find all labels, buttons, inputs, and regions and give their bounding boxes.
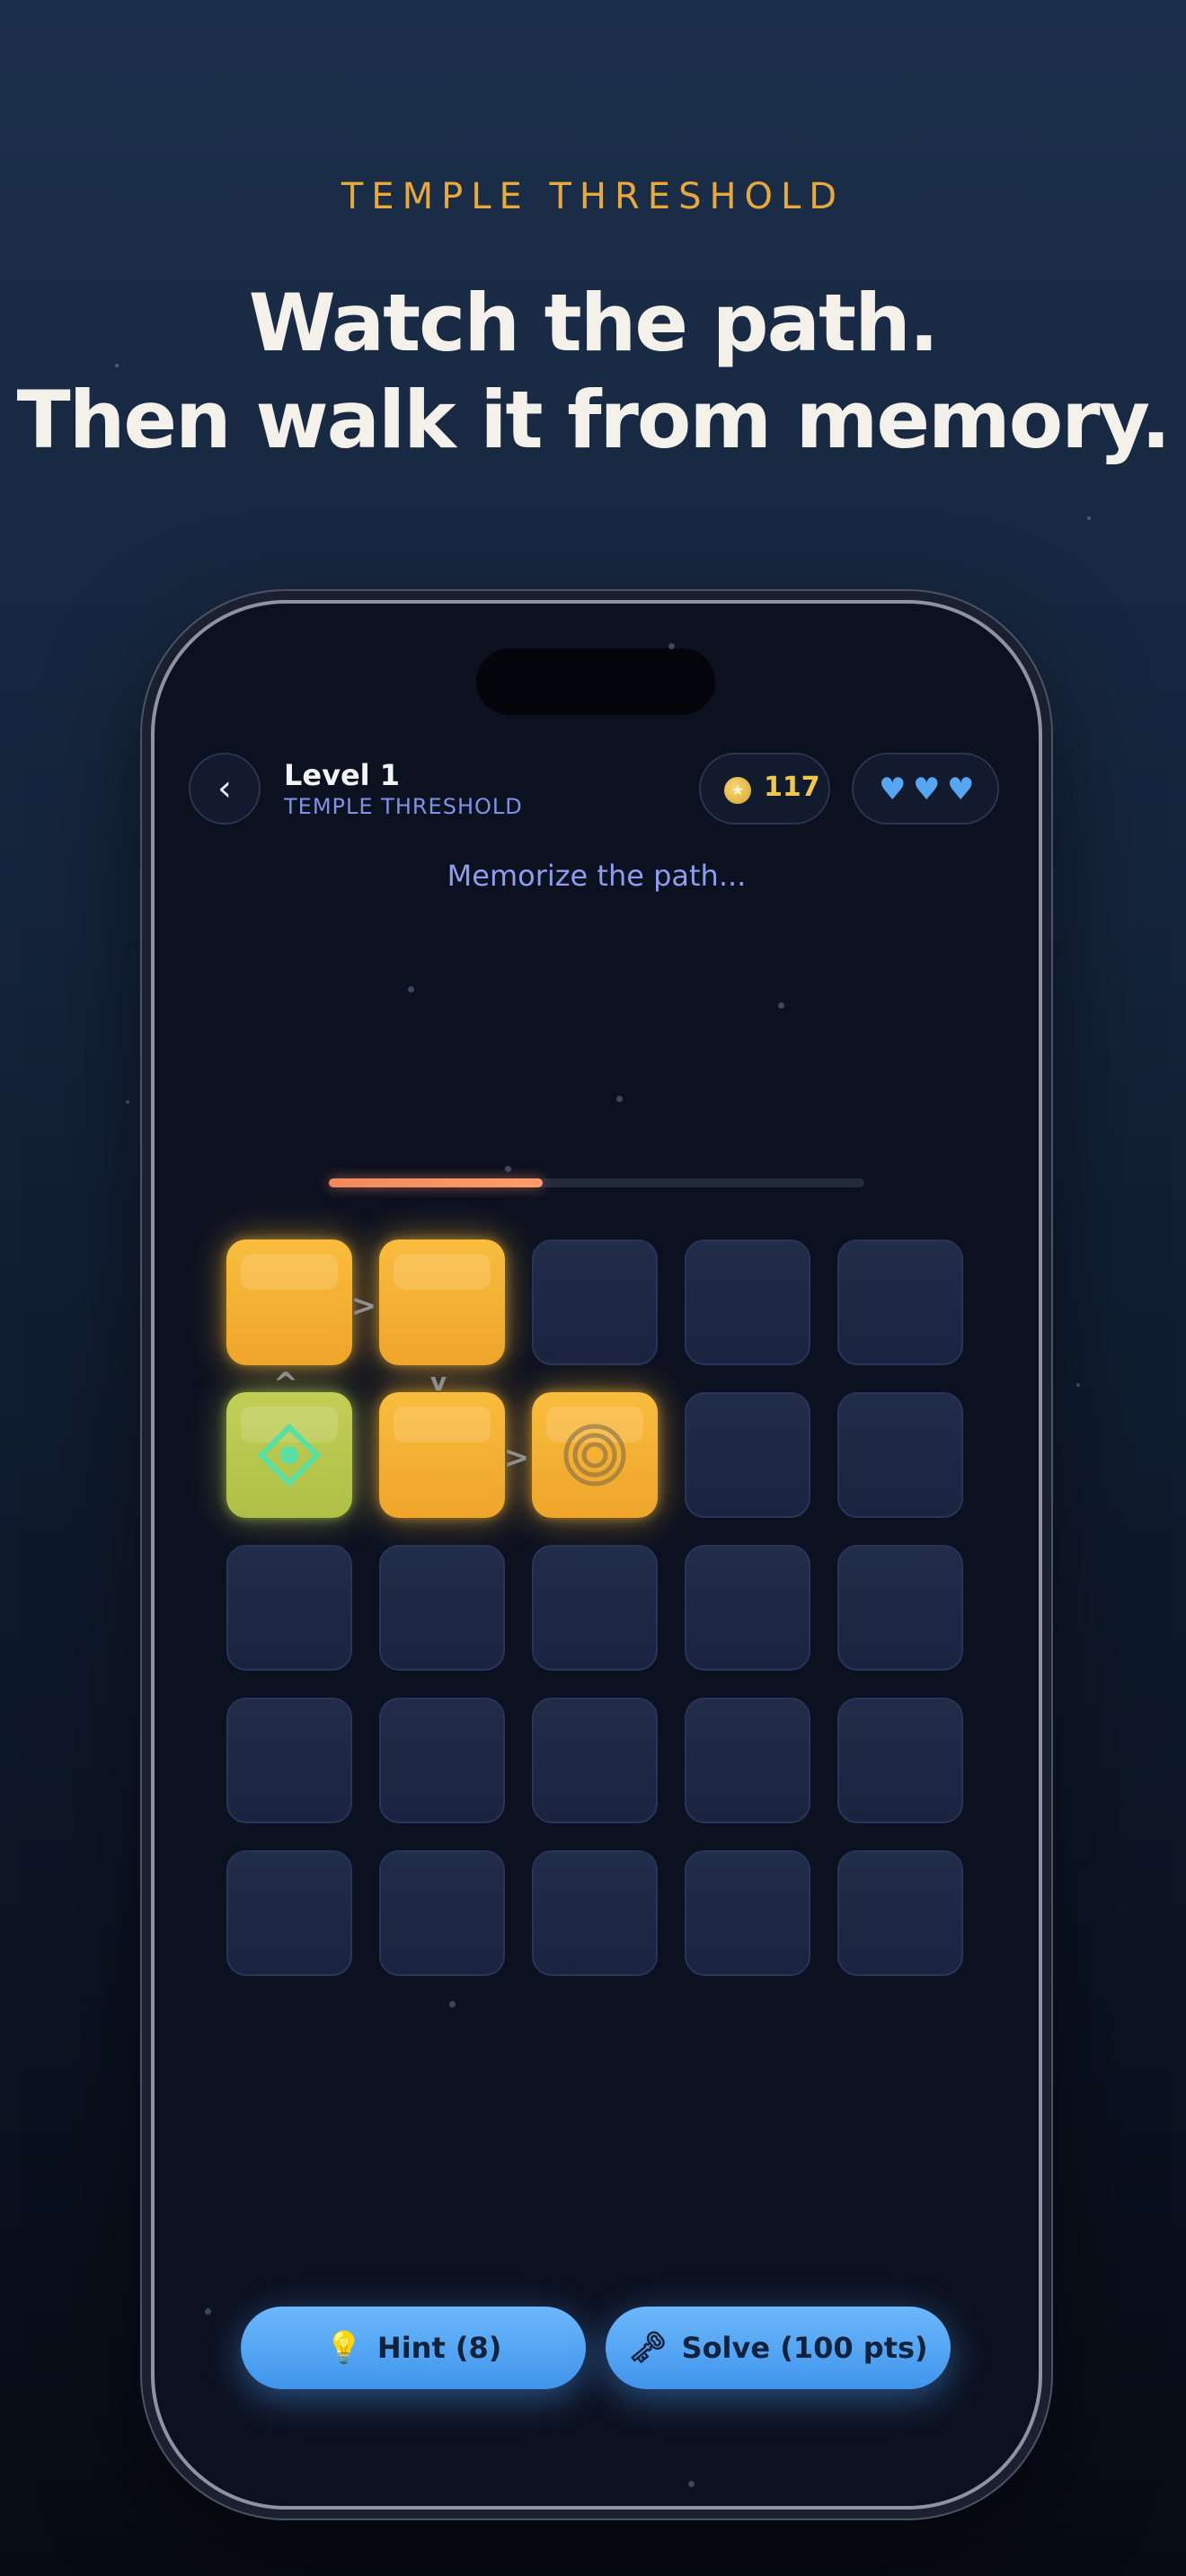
- grid-tile-r2-c3[interactable]: [532, 1392, 658, 1518]
- grid-tile-r3-c4[interactable]: [685, 1545, 810, 1671]
- grid-tile-r1-c4[interactable]: [685, 1239, 810, 1365]
- status-text: Memorize the path...: [447, 859, 747, 893]
- dynamic-island: [476, 648, 715, 715]
- background-star: [126, 1100, 129, 1104]
- grid-tile-r4-c2[interactable]: [379, 1698, 505, 1823]
- phone-frame: ‹ Level 1 TEMPLE THRESHOLD ★ 117 ♥ ♥ ♥ M…: [151, 600, 1042, 2510]
- grid-tile-r2-c1[interactable]: [226, 1392, 352, 1518]
- level-title: Level 1: [284, 758, 401, 792]
- grid-tile-r2-c2[interactable]: [379, 1392, 505, 1518]
- coin-count: 117: [764, 772, 820, 803]
- lives-indicator: ♥ ♥ ♥: [852, 753, 999, 825]
- path-arrow-right: >: [350, 1288, 377, 1324]
- lightbulb-icon: 💡: [324, 2330, 363, 2366]
- background-star: [1076, 1383, 1080, 1387]
- level-subtitle: TEMPLE THRESHOLD: [284, 794, 523, 819]
- grid-tile-r5-c1[interactable]: [226, 1850, 352, 1976]
- grid-tile-r5-c4[interactable]: [685, 1850, 810, 1976]
- headline-line-2: Then walk it from memory.: [16, 374, 1172, 466]
- grid-tile-r3-c2[interactable]: [379, 1545, 505, 1671]
- phone-star: [205, 2308, 211, 2315]
- promo-kicker: TEMPLE THRESHOLD: [341, 176, 845, 217]
- chevron-left-icon: ‹: [217, 768, 232, 809]
- path-arrow-up: ^: [272, 1366, 299, 1402]
- path-arrow-down: v: [429, 1367, 447, 1397]
- solve-button-label: Solve (100 pts): [681, 2331, 928, 2365]
- grid-tile-r1-c2[interactable]: [379, 1239, 505, 1365]
- concentric-rings-icon: [563, 1424, 626, 1486]
- heart-icon: ♥: [913, 772, 941, 807]
- grid-tile-r4-c4[interactable]: [685, 1698, 810, 1823]
- coin-counter: ★ 117: [699, 753, 830, 825]
- hint-button-label: Hint (8): [376, 2331, 502, 2365]
- heart-icon: ♥: [879, 772, 907, 807]
- phone-star: [668, 643, 675, 649]
- hint-button[interactable]: 💡 Hint (8): [241, 2307, 586, 2389]
- phone-star: [688, 2481, 695, 2487]
- tile-shine: [394, 1407, 491, 1442]
- grid-tile-r1-c1[interactable]: [226, 1239, 352, 1365]
- grid-tile-r5-c2[interactable]: [379, 1850, 505, 1976]
- diamond-target-icon: [257, 1423, 322, 1487]
- path-arrow-right: >: [503, 1440, 530, 1476]
- phone-star: [505, 1166, 511, 1172]
- phone-star: [778, 1002, 784, 1009]
- key-icon: 🗝: [628, 2330, 668, 2366]
- heart-icon: ♥: [947, 772, 975, 807]
- phone-star: [449, 2001, 456, 2007]
- grid-tile-r5-c5[interactable]: [837, 1850, 963, 1976]
- back-button[interactable]: ‹: [189, 753, 261, 825]
- phone-star: [408, 986, 414, 992]
- solve-button[interactable]: 🗝 Solve (100 pts): [606, 2307, 951, 2389]
- background-star: [1087, 516, 1091, 520]
- grid-tile-r4-c3[interactable]: [532, 1698, 658, 1823]
- grid-tile-r4-c5[interactable]: [837, 1698, 963, 1823]
- grid-tile-r2-c5[interactable]: [837, 1392, 963, 1518]
- memorize-progress-fill: [329, 1178, 544, 1187]
- tile-shine: [394, 1254, 491, 1290]
- grid-tile-r3-c3[interactable]: [532, 1545, 658, 1671]
- coin-icon: ★: [724, 777, 751, 804]
- grid-tile-r3-c5[interactable]: [837, 1545, 963, 1671]
- grid-tile-r1-c3[interactable]: [532, 1239, 658, 1365]
- memorize-progress-bar: [329, 1178, 864, 1187]
- grid-tile-r1-c5[interactable]: [837, 1239, 963, 1365]
- promo-headline: Watch the path. Then walk it from memory…: [0, 275, 1186, 469]
- grid-tile-r4-c1[interactable]: [226, 1698, 352, 1823]
- grid-tile-r5-c3[interactable]: [532, 1850, 658, 1976]
- tile-shine: [241, 1254, 338, 1290]
- headline-line-1: Watch the path.: [248, 277, 939, 369]
- phone-star: [616, 1096, 623, 1102]
- grid-tile-r2-c4[interactable]: [685, 1392, 810, 1518]
- grid-tile-r3-c1[interactable]: [226, 1545, 352, 1671]
